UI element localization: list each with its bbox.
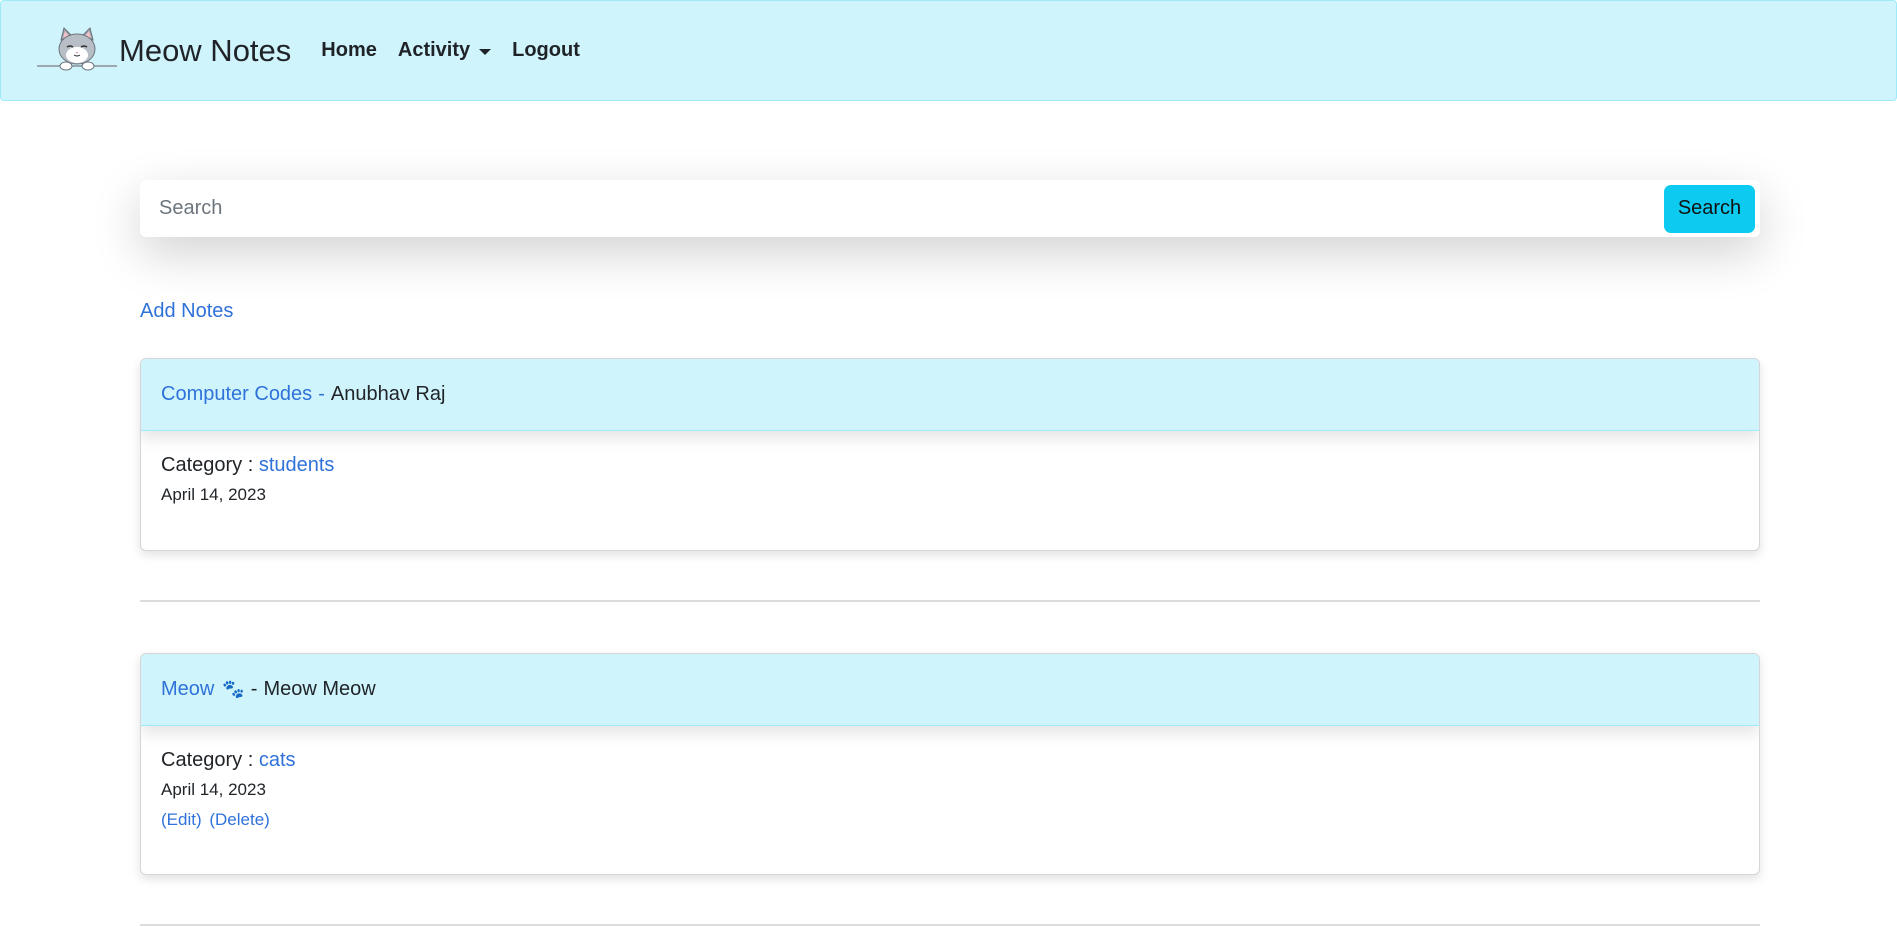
divider: [140, 924, 1760, 926]
note-title-link[interactable]: Meow: [161, 678, 214, 701]
category-label: Category :: [161, 454, 254, 476]
note-date: April 14, 2023: [161, 485, 266, 504]
note-separator: -: [250, 678, 258, 700]
note-header: Computer Codes - Anubhav Raj: [141, 359, 1759, 431]
note-actions: (Edit) (Delete): [161, 808, 1739, 832]
note-author: Meow Meow: [263, 678, 376, 700]
nav-home-link[interactable]: Home: [321, 39, 377, 62]
note-card: Meow 🐾 - Meow Meow Category : cats April…: [140, 653, 1760, 875]
cat-logo-icon: [37, 26, 117, 70]
search-form: Search: [140, 180, 1760, 237]
note-body: Category : students April 14, 2023: [141, 431, 1759, 507]
caret-down-icon: [479, 48, 492, 55]
category-label: Category :: [161, 749, 254, 771]
add-notes-link[interactable]: Add Notes: [140, 300, 233, 323]
edit-note-link[interactable]: (Edit): [161, 810, 202, 829]
nav-logout-link[interactable]: Logout: [512, 39, 580, 62]
note-header: Meow 🐾 - Meow Meow: [141, 654, 1759, 726]
category-link[interactable]: students: [259, 454, 335, 476]
category-link[interactable]: cats: [259, 749, 296, 771]
top-navbar: Meow Notes Home Activity Logout: [0, 0, 1897, 101]
note-body: Category : cats April 14, 2023 (Edit) (D…: [141, 726, 1759, 832]
note-card: Computer Codes - Anubhav Raj Category : …: [140, 358, 1760, 551]
note-category: Category : students: [161, 451, 1739, 479]
nav-activity-dropdown[interactable]: Activity: [397, 39, 492, 62]
divider: [140, 600, 1760, 602]
delete-note-link[interactable]: (Delete): [209, 810, 269, 829]
brand-name: Meow Notes: [119, 33, 292, 68]
nav-activity-label: Activity: [397, 39, 471, 61]
note-separator: -: [318, 383, 325, 405]
note-category: Category : cats: [161, 746, 1739, 774]
note-title-link[interactable]: Computer Codes: [161, 383, 312, 406]
note-date: April 14, 2023: [161, 780, 266, 799]
search-input[interactable]: [140, 180, 1664, 237]
brand-link[interactable]: Meow Notes: [37, 26, 291, 76]
note-author: Anubhav Raj: [330, 383, 446, 405]
paw-prints-icon: 🐾: [222, 679, 245, 699]
search-button[interactable]: Search: [1664, 184, 1755, 233]
